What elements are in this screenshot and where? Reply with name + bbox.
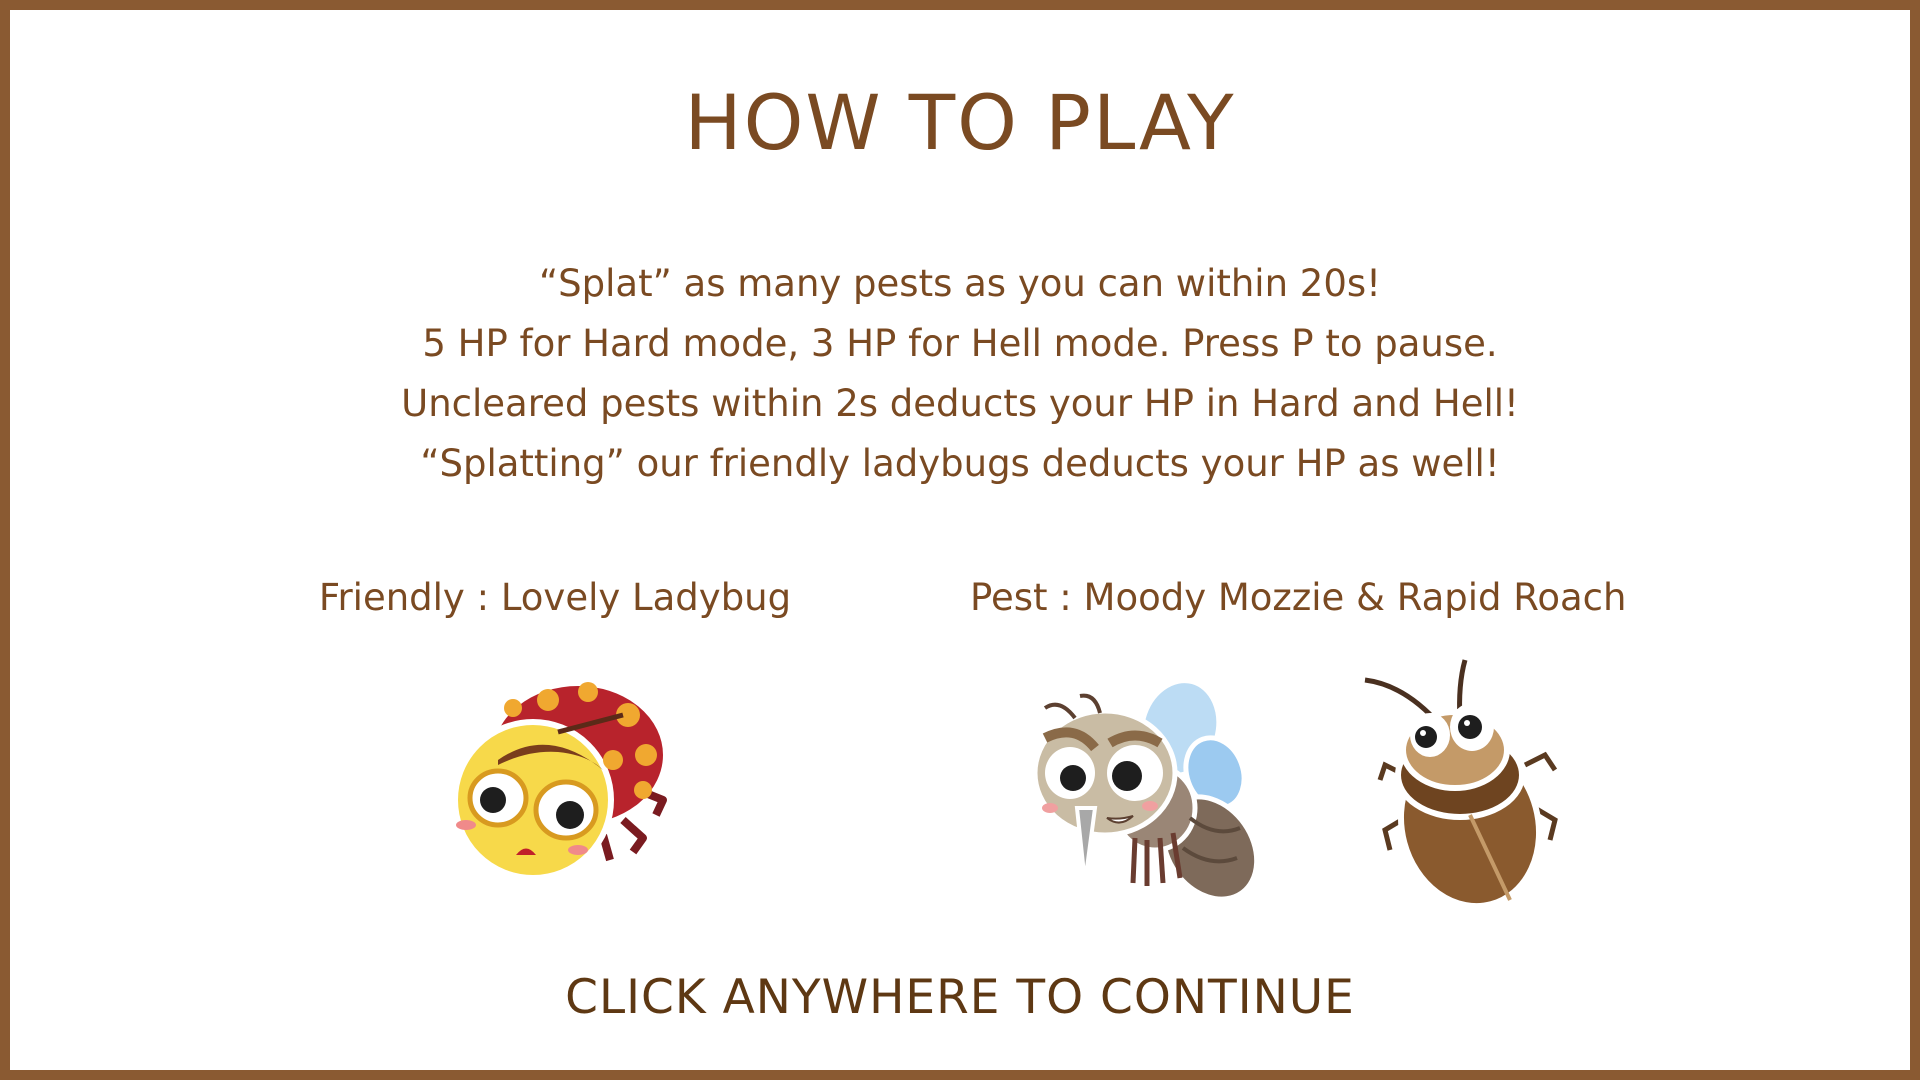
instructions-text: “Splat” as many pests as you can within … <box>10 254 1910 494</box>
page-title: HOW TO PLAY <box>684 78 1236 167</box>
mosquito-icon <box>1032 678 1260 902</box>
instruction-line: 5 HP for Hard mode, 3 HP for Hell mode. … <box>422 322 1498 365</box>
instruction-line: Uncleared pests within 2s deducts your H… <box>401 382 1519 425</box>
friendly-label: Friendly : Lovely Ladybug <box>318 576 792 619</box>
instruction-line: “Splatting” our friendly ladybugs deduct… <box>420 442 1500 485</box>
how-to-play-screen[interactable]: HOW TO PLAY “Splat” as many pests as you… <box>0 0 1920 1080</box>
roach-icon <box>1364 659 1558 910</box>
pest-label: Pest : Moody Mozzie & Rapid Roach <box>970 576 1627 619</box>
ladybug-icon <box>452 680 669 881</box>
continue-prompt[interactable]: CLICK ANYWHERE TO CONTINUE <box>10 970 1910 1025</box>
instruction-line: “Splat” as many pests as you can within … <box>538 262 1381 305</box>
